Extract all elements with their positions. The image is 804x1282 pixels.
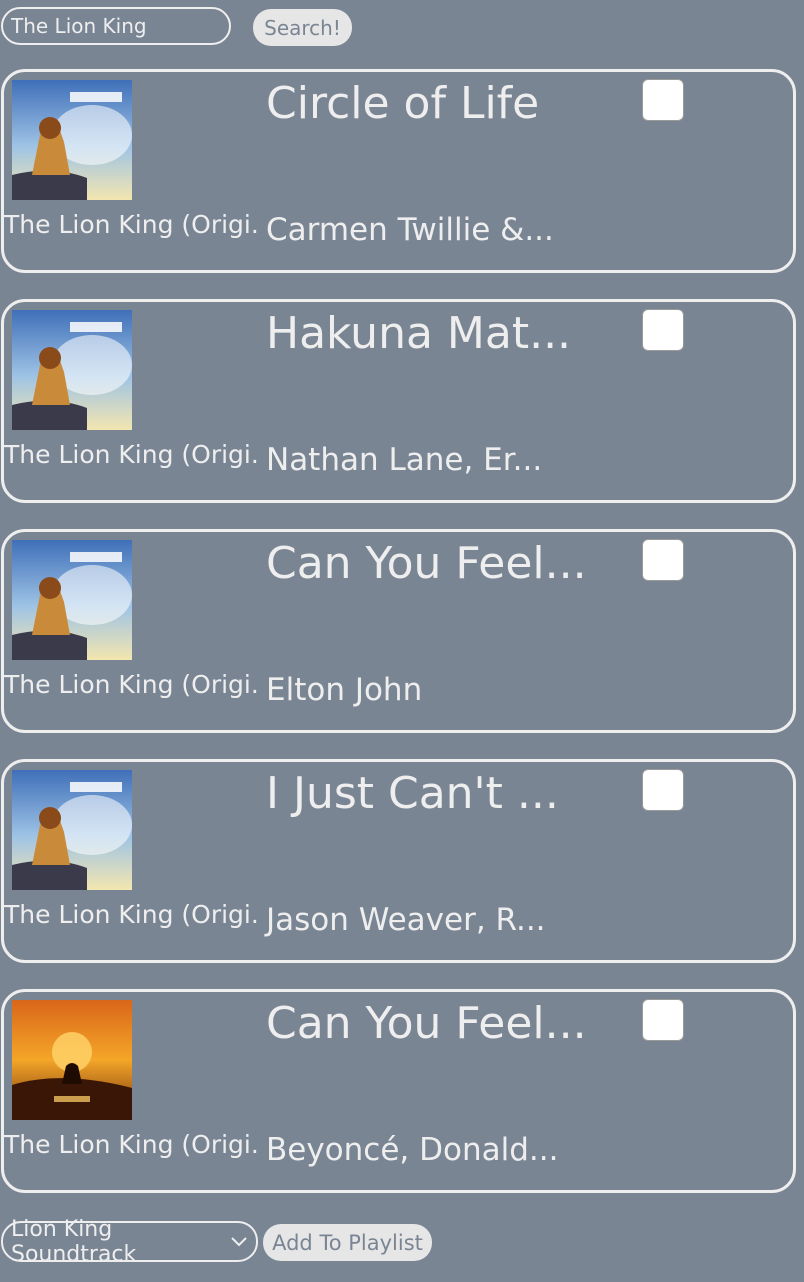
track-title: Can You Feel...: [266, 538, 587, 589]
album-name: The Lion King (Origi...: [4, 210, 259, 239]
album-art: [12, 80, 132, 200]
track-select-checkbox[interactable]: [642, 539, 684, 581]
track-artist: Elton John: [266, 672, 423, 708]
track-artist: Carmen Twillie &...: [266, 212, 554, 248]
track-select-checkbox[interactable]: [642, 999, 684, 1041]
search-input[interactable]: [1, 7, 231, 45]
album-art: [12, 770, 132, 890]
track-card[interactable]: The Lion King (Origi... Circle of Life C…: [1, 69, 796, 273]
chevron-down-icon: [230, 1229, 248, 1254]
album-name: The Lion King (Origi...: [4, 440, 259, 469]
search-button[interactable]: Search!: [253, 9, 352, 46]
track-card[interactable]: The Lion King (Origi... Can You Feel... …: [1, 989, 796, 1193]
album-name: The Lion King (Origi...: [4, 1130, 259, 1159]
track-artist: Nathan Lane, Er...: [266, 442, 543, 478]
album-art: [12, 1000, 132, 1120]
album-name: The Lion King (Origi...: [4, 670, 259, 699]
track-select-checkbox[interactable]: [642, 79, 684, 121]
track-card[interactable]: The Lion King (Origi... Can You Feel... …: [1, 529, 796, 733]
track-artist: Jason Weaver, R...: [266, 902, 546, 938]
playlist-select[interactable]: Lion King Soundtrack: [1, 1217, 258, 1267]
playlist-select-value: Lion King Soundtrack: [11, 1216, 137, 1267]
track-select-checkbox[interactable]: [642, 769, 684, 811]
album-art: [12, 540, 132, 660]
track-select-checkbox[interactable]: [642, 309, 684, 351]
track-title: I Just Can't ...: [266, 768, 559, 819]
track-artist: Beyoncé, Donald...: [266, 1132, 559, 1168]
track-title: Hakuna Mat...: [266, 308, 572, 359]
track-card[interactable]: The Lion King (Origi... Hakuna Mat... Na…: [1, 299, 796, 503]
album-art: [12, 310, 132, 430]
track-title: Circle of Life: [266, 78, 540, 129]
add-to-playlist-button[interactable]: Add To Playlist: [263, 1224, 432, 1261]
album-name: The Lion King (Origi...: [4, 900, 259, 929]
track-title: Can You Feel...: [266, 998, 587, 1049]
track-card[interactable]: The Lion King (Origi... I Just Can't ...…: [1, 759, 796, 963]
